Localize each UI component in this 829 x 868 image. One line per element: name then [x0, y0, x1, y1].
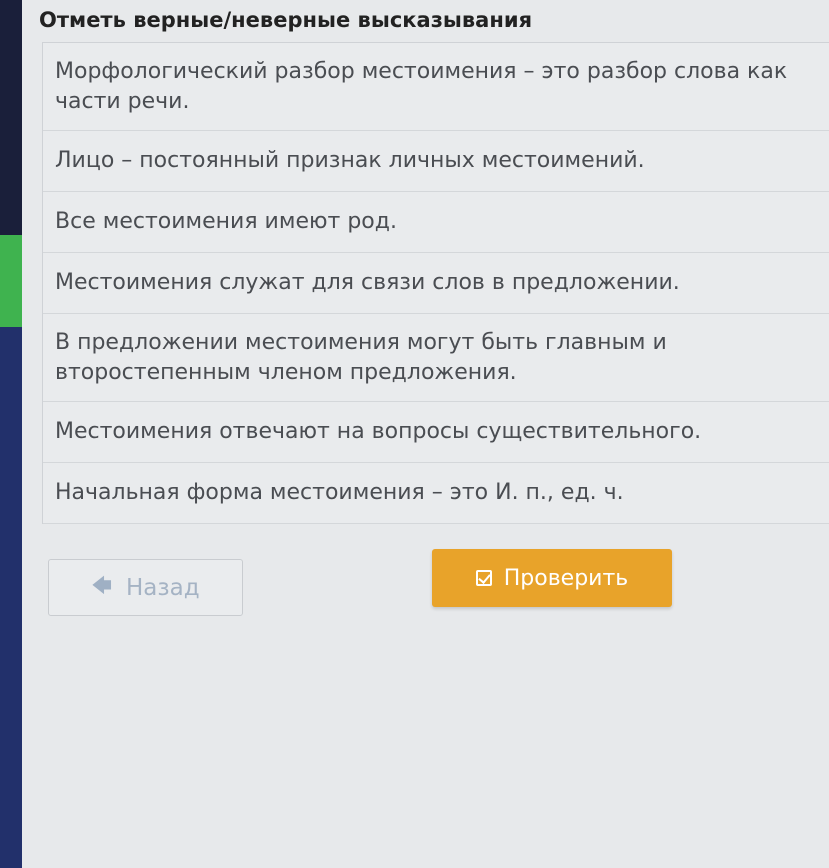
- statement-item[interactable]: Начальная форма местоимения – это И. п.,…: [43, 463, 829, 524]
- checkbox-check-icon: [475, 570, 492, 586]
- task-content: Отметь верные/неверные высказывания Морф…: [22, 0, 829, 868]
- check-button-label: Проверить: [503, 565, 629, 591]
- statement-text: Все местоимения имеют род.: [55, 209, 397, 234]
- check-button[interactable]: Проверить: [432, 549, 672, 607]
- statement-item[interactable]: В предложении местоимения могут быть гла…: [43, 314, 829, 402]
- task-title: Отметь верные/неверные высказывания: [39, 8, 533, 32]
- arrow-left-icon: 🡄: [91, 572, 113, 597]
- statement-item[interactable]: Местоимения служат для связи слов в пред…: [43, 253, 829, 314]
- back-button[interactable]: 🡄 Назад: [48, 559, 243, 616]
- back-button-label: Назад: [126, 574, 200, 601]
- statement-item[interactable]: Морфологический разбор местоимения – это…: [43, 43, 829, 131]
- statement-item[interactable]: Все местоимения имеют род.: [43, 192, 829, 253]
- statement-text: Лицо – постоянный признак личных местоим…: [55, 148, 645, 173]
- left-sidebar-strip: [0, 0, 22, 868]
- statement-item[interactable]: Местоимения отвечают на вопросы существи…: [43, 402, 829, 463]
- statement-text: В предложении местоимения могут быть гла…: [55, 329, 667, 385]
- statement-text: Местоимения отвечают на вопросы существи…: [55, 419, 702, 444]
- sidebar-blue-section: [0, 327, 22, 868]
- statement-text: Морфологический разбор местоимения – это…: [55, 58, 788, 114]
- statement-item[interactable]: Лицо – постоянный признак личных местоим…: [43, 131, 829, 192]
- sidebar-dark-section: [0, 0, 22, 235]
- statement-text: Начальная форма местоимения – это И. п.,…: [55, 480, 624, 505]
- sidebar-active-indicator: [0, 235, 22, 327]
- statement-list: Морфологический разбор местоимения – это…: [42, 42, 829, 524]
- statement-text: Местоимения служат для связи слов в пред…: [55, 270, 680, 295]
